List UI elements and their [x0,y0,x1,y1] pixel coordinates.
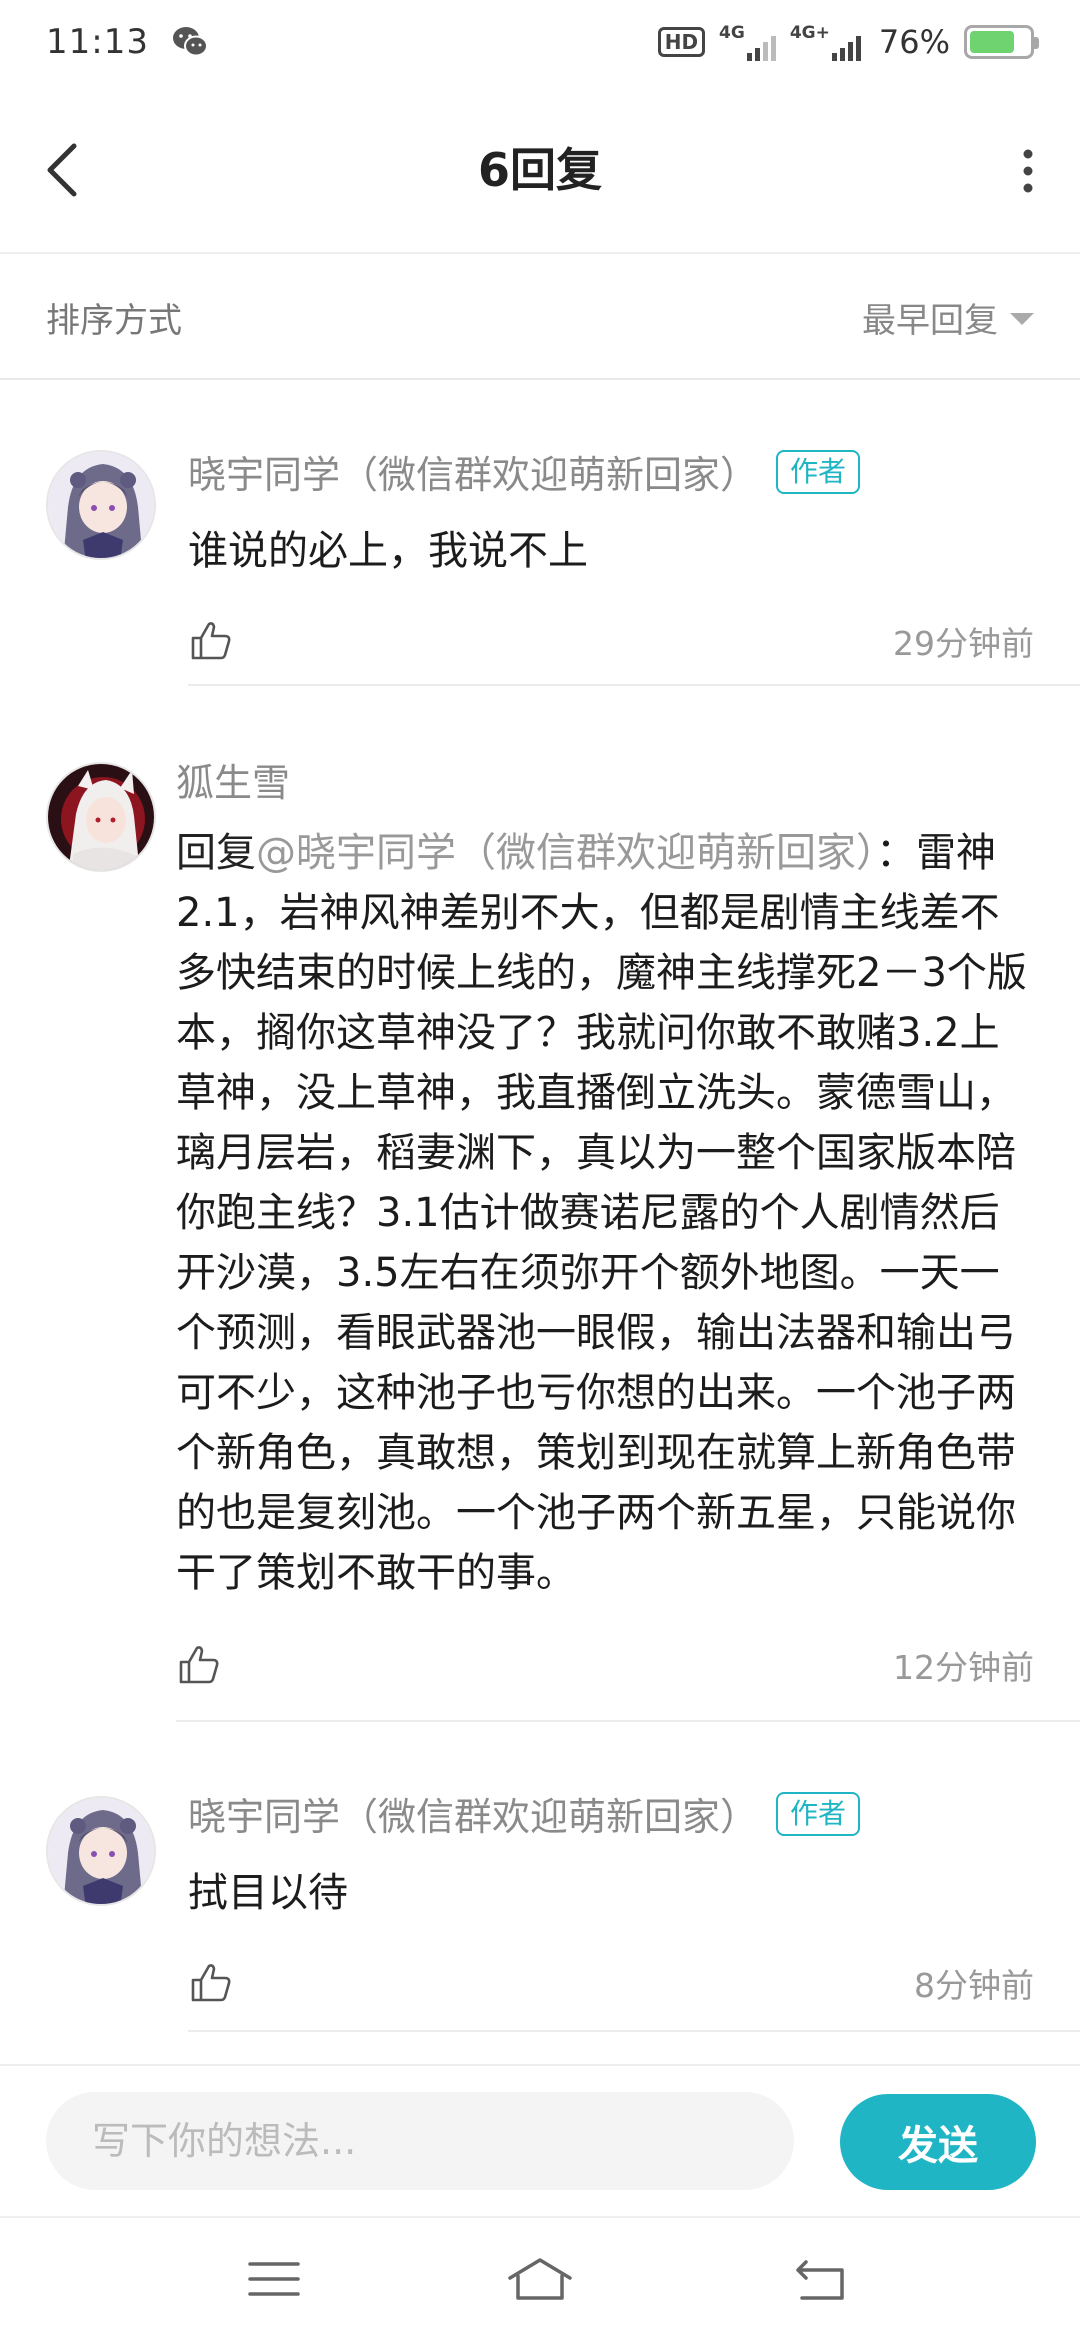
reply-input-bar: 写下你的想法... 发送 [0,2064,1080,2216]
comment-item: 晓宇同学（微信群欢迎萌新回家） 作者 谁说的必上，我说不上 29分钟前 [0,410,1080,686]
reply-mention[interactable]: @晓宇同学（微信群欢迎萌新回家） [256,830,876,876]
comment-item: 狐生雪 回复@晓宇同学（微信群欢迎萌新回家）：雷神2.1，岩神风神差别不大，但都… [0,720,1080,1722]
comment-footer: 29分钟前 [188,617,1034,665]
status-time: 11:13 [46,22,149,62]
menu-icon[interactable] [244,2254,304,2304]
send-button[interactable]: 发送 [840,2094,1036,2190]
username[interactable]: 晓宇同学（微信群欢迎萌新回家） [188,1786,758,1841]
sort-label: 排序方式 [46,300,182,341]
comment-body: 晓宇同学（微信群欢迎萌新回家） 作者 谁说的必上，我说不上 29分钟前 [188,444,1034,665]
comment-footer: 12分钟前 [176,1641,1034,1689]
signal-bars-icon [831,35,861,61]
comment-text-content: ：雷神2.1，岩神风神差别不大，但都是剧情主线差不多快结束的时候上线的，魔神主线… [176,830,1027,1596]
avatar-image [48,764,154,870]
reply-page: 11:13 HD 4G 4G+ 76% 6回复 排序方式 最早回复 晓宇同学（微… [0,0,1080,2340]
sort-bar: 排序方式 最早回复 [0,256,1080,380]
signal-4g: 4G [719,23,776,61]
page-title: 6回复 [477,143,602,197]
comment-user-row: 狐生雪 [176,752,1034,807]
signal-bars-icon [746,35,776,61]
avatar-image [48,1798,154,1904]
thumbs-up-icon[interactable] [176,1642,222,1688]
avatar[interactable] [46,1796,156,1906]
battery-percent: 76% [878,23,950,61]
avatar[interactable] [46,762,156,872]
comment-text: 谁说的必上，我说不上 [188,528,588,574]
comment-time: 12分钟前 [893,1648,1034,1687]
comment-user-row: 晓宇同学（微信群欢迎萌新回家） 作者 [188,444,1034,499]
signal-4g-label: 4G [719,23,745,43]
divider [188,2030,1080,2032]
battery-fill [970,31,1015,53]
divider [176,1720,1080,1722]
system-nav-bar [0,2216,1080,2340]
username[interactable]: 晓宇同学（微信群欢迎萌新回家） [188,444,758,499]
caret-down-icon [1010,313,1034,325]
avatar-image [48,452,154,558]
divider [188,684,1080,686]
author-badge: 作者 [776,449,861,494]
comment-body: 晓宇同学（微信群欢迎萌新回家） 作者 拭目以待 8分钟前 [188,1786,1034,2007]
comment-body: 狐生雪 回复@晓宇同学（微信群欢迎萌新回家）：雷神2.1，岩神风神差别不大，但都… [176,752,1034,1689]
signal-4g-plus-label: 4G+ [789,23,830,43]
thumbs-up-icon[interactable] [188,1960,234,2006]
comment-user-row: 晓宇同学（微信群欢迎萌新回家） 作者 [188,1786,1034,1841]
comment-footer: 8分钟前 [188,1959,1034,2007]
status-bar: 11:13 HD 4G 4G+ 76% [0,0,1080,84]
status-indicators: HD 4G 4G+ 76% [657,23,1039,61]
thumbs-up-icon[interactable] [188,618,234,664]
wechat-icon [172,27,208,57]
author-badge: 作者 [776,1791,861,1836]
battery-icon [964,25,1039,59]
back-nav-icon[interactable] [792,2254,852,2304]
reply-prefix: 回复 [176,830,256,876]
username[interactable]: 狐生雪 [176,752,290,807]
sort-value: 最早回复 [862,300,998,341]
comment-item: 晓宇同学（微信群欢迎萌新回家） 作者 拭目以待 8分钟前 [0,1756,1080,2032]
signal-4g-plus: 4G+ [790,23,861,61]
more-vertical-icon[interactable] [1016,146,1040,196]
sort-dropdown[interactable]: 最早回复 [862,293,1034,342]
comment-text: 回复@晓宇同学（微信群欢迎萌新回家）：雷神2.1，岩神风神差别不大，但都是剧情主… [176,823,1034,1603]
hd-badge: HD [657,27,706,57]
header: 6回复 [0,84,1080,254]
home-icon[interactable] [504,2254,576,2304]
comment-time: 8分钟前 [914,1966,1034,2005]
comment-text: 拭目以待 [188,1870,348,1916]
reply-input[interactable]: 写下你的想法... [46,2092,794,2190]
comment-time: 29分钟前 [893,624,1034,663]
avatar[interactable] [46,450,156,560]
